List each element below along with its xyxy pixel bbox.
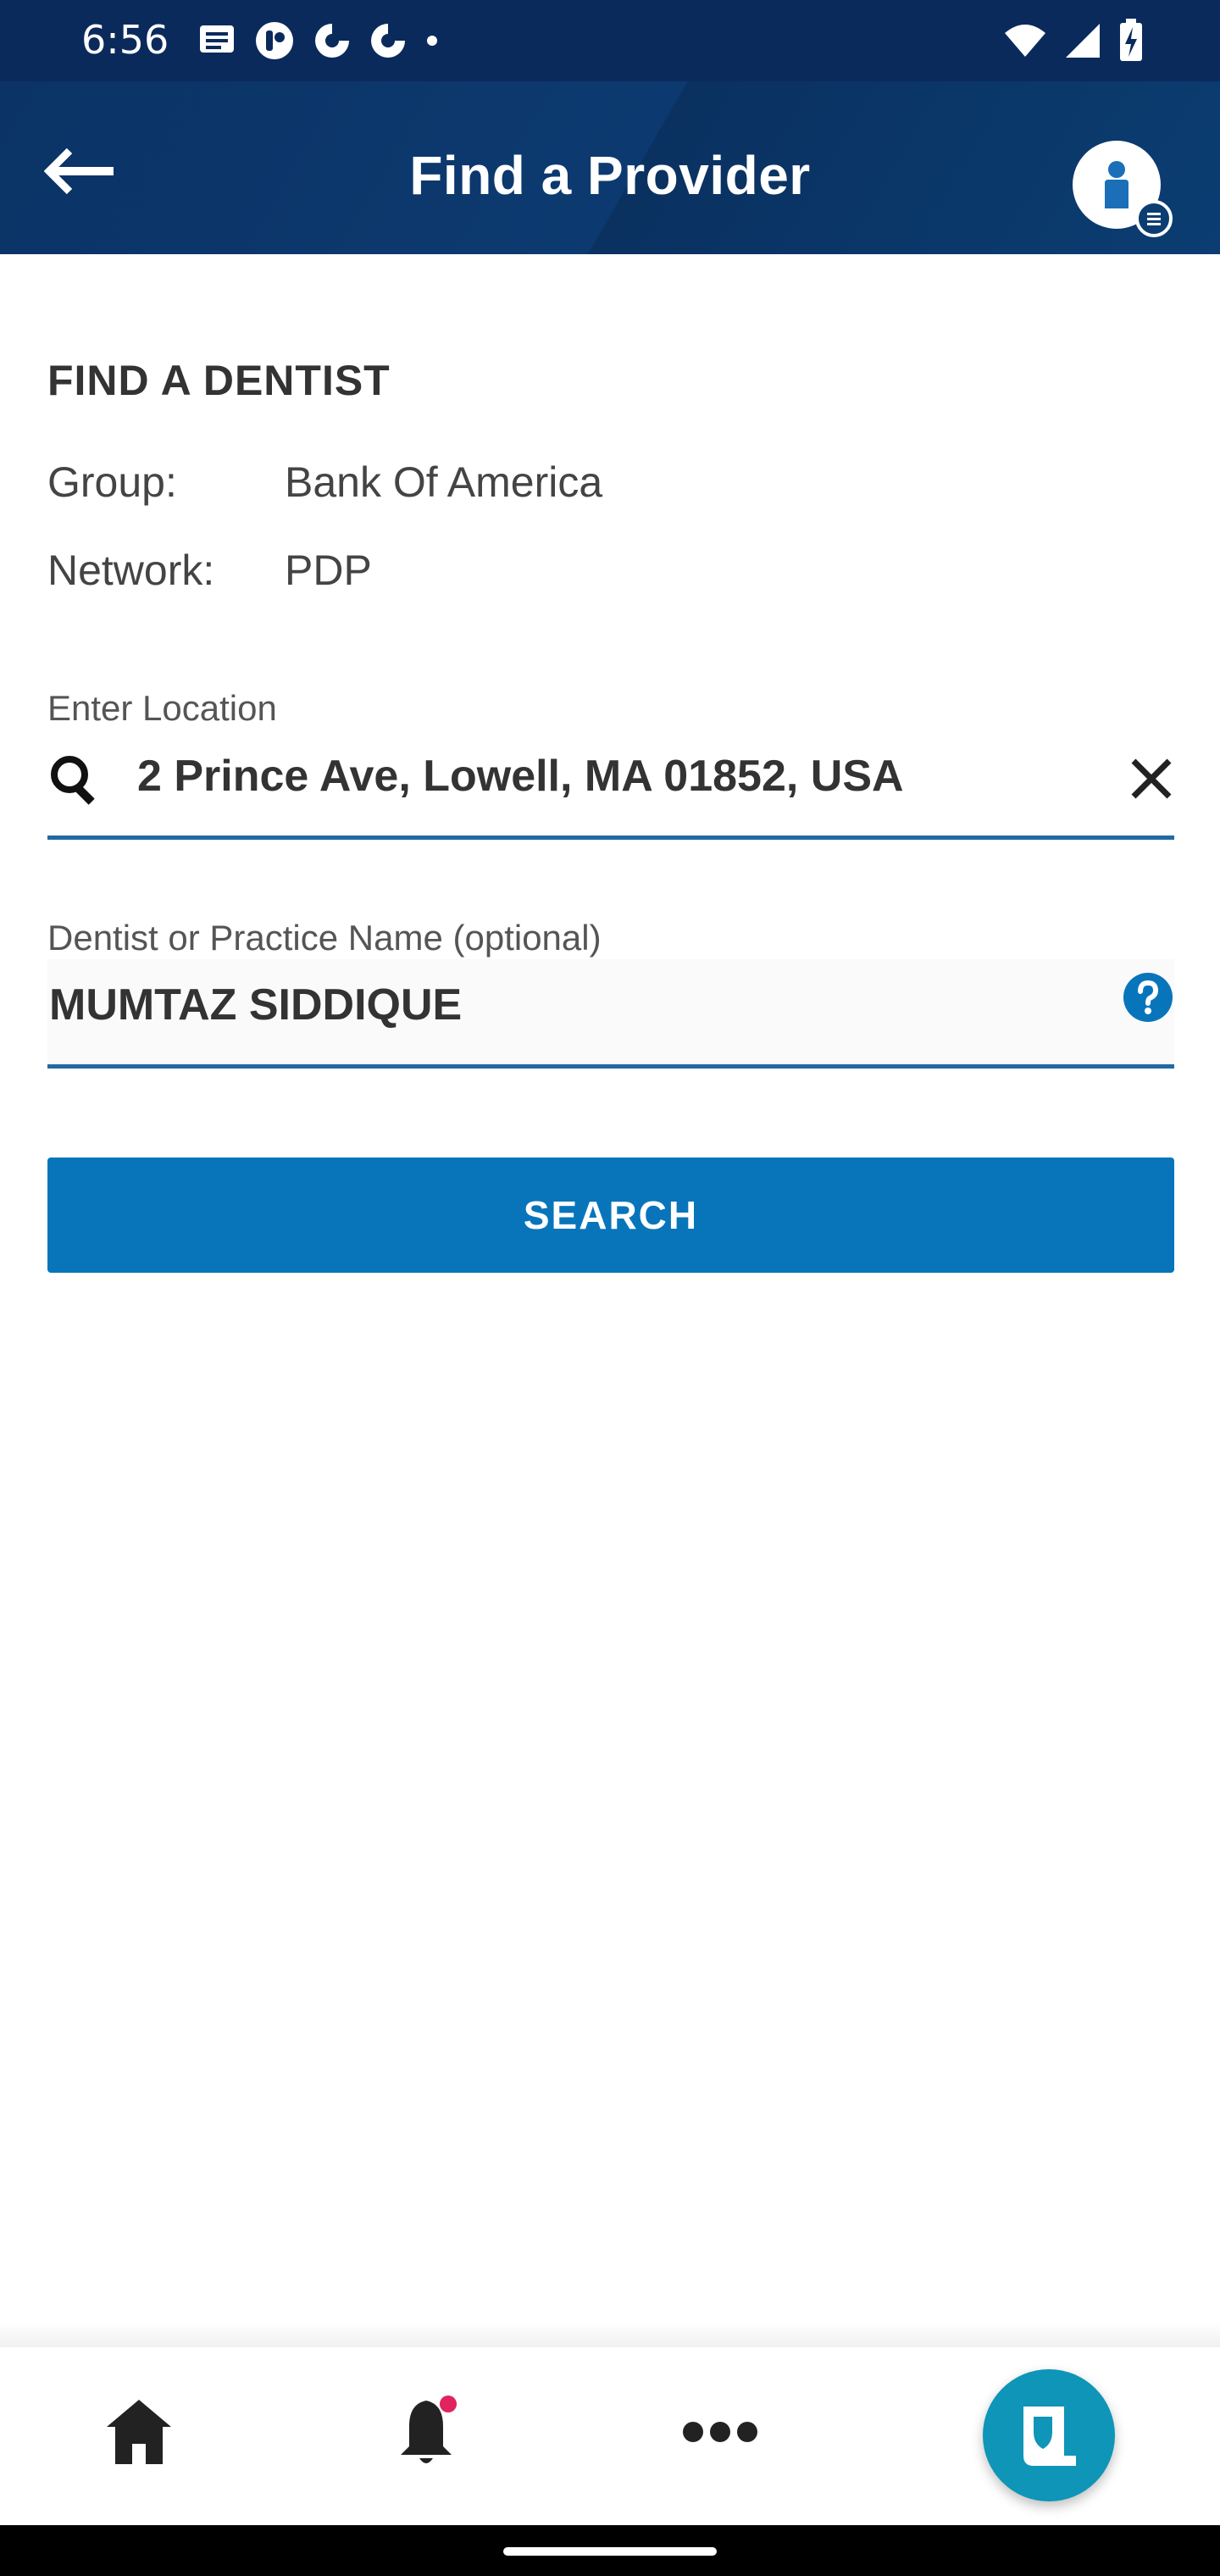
- status-notification-icons: [198, 19, 439, 63]
- message-icon: [200, 25, 234, 53]
- help-icon[interactable]: [1122, 971, 1174, 1024]
- network-value: PDP: [285, 547, 372, 594]
- battery-charging-icon: [1120, 19, 1142, 61]
- nav-notifications[interactable]: [378, 2381, 480, 2483]
- id-card-icon: [1023, 2407, 1076, 2466]
- network-row: Network: PDP: [47, 546, 372, 595]
- dentist-name-input[interactable]: [47, 974, 1068, 1035]
- bell-icon: [401, 2396, 457, 2463]
- status-time: 6:56: [81, 17, 169, 63]
- wifi-icon: [1005, 25, 1045, 57]
- app-icon-3: [371, 24, 405, 58]
- page-title: Find a Provider: [409, 145, 811, 206]
- app-icon-2: [315, 24, 349, 58]
- gesture-handle[interactable]: [503, 2547, 717, 2556]
- id-card-button[interactable]: [983, 2369, 1115, 2501]
- app-icon: [256, 22, 293, 59]
- profile-menu-badge: [1135, 200, 1173, 237]
- dentist-name-field: [47, 959, 1174, 1069]
- search-button[interactable]: SEARCH: [47, 1158, 1174, 1273]
- location-field: [47, 730, 1174, 840]
- home-icon: [107, 2400, 171, 2464]
- dentist-name-label: Dentist or Practice Name (optional): [47, 918, 602, 958]
- section-title: FIND A DENTIST: [47, 357, 391, 404]
- nav-more[interactable]: [669, 2381, 771, 2483]
- group-label: Group:: [47, 458, 177, 506]
- group-row: Group: Bank Of America: [47, 458, 602, 507]
- status-bar: 6:56: [0, 0, 1220, 81]
- search-icon: [51, 756, 95, 805]
- dot-icon: [427, 36, 437, 46]
- group-value: Bank Of America: [285, 458, 603, 506]
- menu-lines-icon: [1147, 213, 1161, 225]
- signal-icon: [1066, 24, 1100, 58]
- location-input[interactable]: [136, 746, 1071, 807]
- nav-home[interactable]: [88, 2381, 190, 2483]
- more-icon: [683, 2422, 757, 2442]
- bottom-nav-shadow: [0, 2322, 1220, 2347]
- gesture-bar: [0, 2525, 1220, 2576]
- close-icon[interactable]: [1128, 756, 1174, 802]
- app-bar: Find a Provider: [0, 81, 1220, 254]
- status-system-icons: [1003, 17, 1144, 64]
- location-label: Enter Location: [47, 688, 277, 728]
- network-label: Network:: [47, 547, 215, 594]
